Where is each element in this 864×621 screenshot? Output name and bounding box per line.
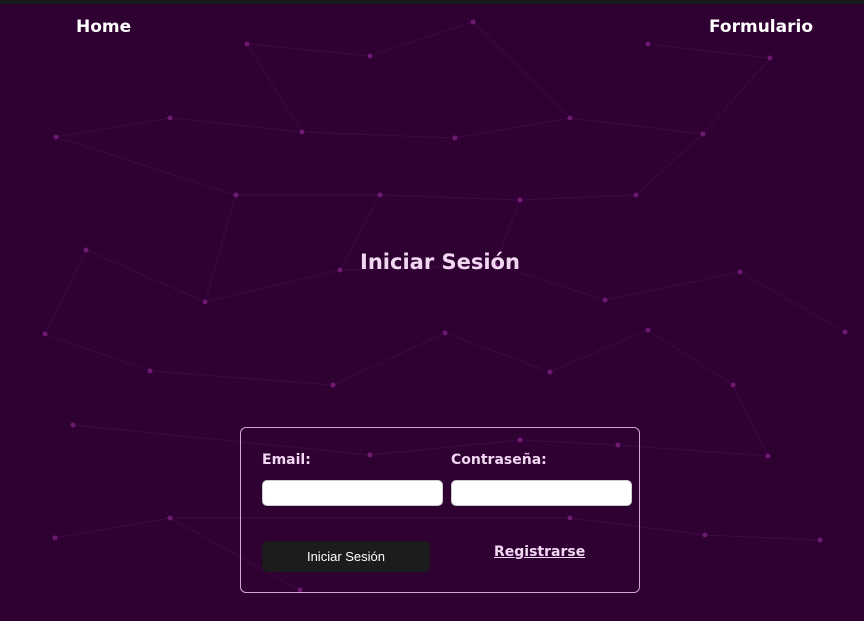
network-node	[702, 532, 708, 538]
network-node	[367, 53, 373, 59]
password-label: Contraseña:	[451, 452, 547, 468]
network-line	[369, 21, 474, 57]
network-node	[377, 192, 383, 198]
network-line	[246, 43, 303, 133]
network-node	[567, 115, 573, 121]
network-node	[233, 192, 239, 198]
network-node	[645, 41, 651, 47]
login-form: Email: Contraseña: Iniciar Sesión Regist…	[240, 427, 640, 593]
network-line	[149, 370, 334, 386]
network-line	[604, 271, 741, 301]
network-line	[204, 269, 341, 303]
network-line	[55, 117, 171, 138]
network-line	[704, 534, 821, 541]
network-node	[645, 327, 651, 333]
network-line	[549, 329, 649, 373]
password-input[interactable]	[451, 480, 632, 506]
top-bar	[0, 0, 864, 4]
network-node	[202, 299, 208, 305]
network-line	[617, 444, 769, 457]
network-node	[70, 422, 76, 428]
email-input[interactable]	[262, 480, 443, 506]
network-line	[647, 329, 734, 386]
network-line	[472, 21, 571, 119]
network-line	[702, 57, 771, 135]
network-line	[635, 133, 704, 196]
network-node	[730, 382, 736, 388]
network-node	[299, 129, 305, 135]
network-node	[452, 135, 458, 141]
network-line	[444, 332, 551, 373]
network-node	[767, 55, 773, 61]
network-node	[244, 41, 250, 47]
network-node	[470, 19, 476, 25]
network-line	[454, 117, 571, 139]
network-node	[147, 368, 153, 374]
network-node	[602, 297, 608, 303]
network-line	[332, 332, 446, 386]
network-node	[167, 115, 173, 121]
network-node	[167, 515, 173, 521]
network-node	[52, 535, 58, 541]
network-node	[765, 453, 771, 459]
network-node	[442, 330, 448, 336]
nav-home-link[interactable]: Home	[76, 17, 131, 37]
network-line	[739, 271, 846, 333]
login-page: Home Formulario Iniciar Sesión Email: Co…	[0, 0, 864, 621]
network-line	[519, 194, 637, 201]
network-line	[732, 384, 769, 457]
page-title: Iniciar Sesión	[360, 250, 520, 274]
network-line	[169, 117, 303, 133]
network-line	[301, 131, 456, 139]
email-label: Email:	[262, 452, 311, 468]
network-line	[569, 117, 704, 135]
network-node	[633, 192, 639, 198]
network-node	[700, 131, 706, 137]
network-node	[547, 369, 553, 375]
network-line	[647, 43, 771, 59]
network-line	[379, 194, 521, 201]
network-line	[55, 136, 237, 196]
register-link[interactable]: Registrarse	[494, 544, 585, 560]
network-node	[42, 331, 48, 337]
network-line	[204, 194, 237, 303]
network-line	[54, 517, 171, 539]
network-line	[246, 43, 371, 57]
network-node	[517, 197, 523, 203]
network-node	[330, 382, 336, 388]
network-node	[817, 537, 823, 543]
network-line	[44, 333, 151, 372]
nav-formulario-link[interactable]: Formulario	[709, 17, 813, 37]
network-node	[53, 134, 59, 140]
login-submit-button[interactable]: Iniciar Sesión	[262, 541, 430, 572]
network-node	[842, 329, 848, 335]
